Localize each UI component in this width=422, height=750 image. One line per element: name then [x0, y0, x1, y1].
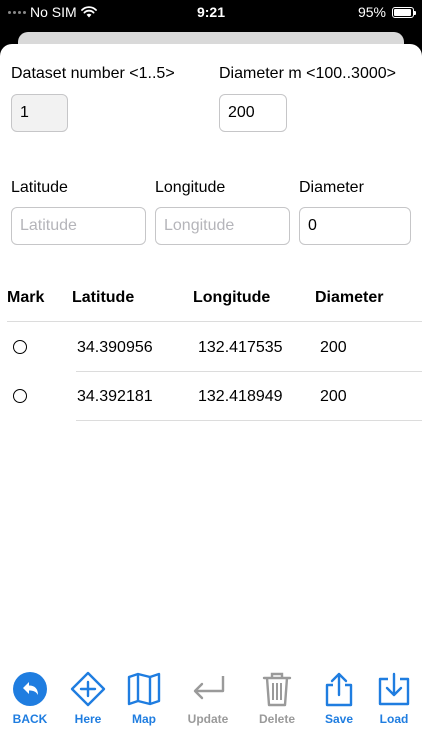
latitude-placeholder: Latitude — [20, 217, 77, 234]
longitude-placeholder: Longitude — [164, 217, 235, 234]
diameter-range-label: Diameter m <100..3000> — [219, 65, 396, 82]
map-icon — [125, 670, 163, 708]
row-divider — [76, 371, 422, 372]
diameter-value: 200 — [228, 104, 255, 121]
battery-icon — [392, 6, 416, 18]
header-divider — [7, 321, 422, 322]
latitude-input[interactable]: Latitude — [11, 207, 146, 245]
latitude-label: Latitude — [11, 179, 68, 196]
load-button[interactable]: Load — [364, 670, 422, 726]
mark-radio[interactable] — [13, 389, 27, 403]
row-latitude: 34.392181 — [77, 388, 153, 405]
row-diameter: 200 — [320, 388, 347, 405]
delete-button[interactable]: Delete — [247, 670, 307, 726]
row-divider — [76, 420, 422, 421]
bottom-toolbar: BACK Here Map Update Delete Save Load — [0, 670, 422, 750]
download-icon — [375, 670, 413, 708]
map-button[interactable]: Map — [114, 670, 174, 726]
battery-percent: 95% — [357, 4, 386, 20]
save-label: Save — [324, 712, 354, 726]
row-longitude: 132.417535 — [198, 339, 283, 356]
status-bar: No SIM 9:21 95% — [0, 0, 422, 26]
row-diameter: 200 — [320, 339, 347, 356]
point-diameter-value: 0 — [308, 217, 317, 234]
diameter-input[interactable]: 200 — [219, 94, 287, 132]
update-label: Update — [187, 712, 229, 726]
longitude-label: Longitude — [155, 179, 226, 196]
row-latitude: 34.390956 — [77, 339, 153, 356]
load-label: Load — [379, 712, 409, 726]
delete-label: Delete — [258, 712, 296, 726]
here-button[interactable]: Here — [58, 670, 118, 726]
back-label: BACK — [12, 712, 48, 726]
column-header-mark: Mark — [7, 289, 45, 306]
battery-fill — [394, 8, 412, 16]
trash-icon — [258, 670, 296, 708]
map-label: Map — [132, 712, 156, 726]
dataset-number-label: Dataset number <1..5> — [11, 65, 175, 82]
point-diameter-label: Diameter — [299, 179, 364, 196]
dataset-number-value: 1 — [20, 104, 29, 121]
column-header-diameter: Diameter — [315, 289, 384, 306]
main-sheet: Dataset number <1..5> Diameter m <100..3… — [0, 44, 422, 750]
update-button[interactable]: Update — [178, 670, 238, 726]
save-button[interactable]: Save — [309, 670, 369, 726]
mark-radio[interactable] — [13, 340, 27, 354]
column-header-longitude: Longitude — [193, 289, 271, 306]
back-arrow-icon — [11, 670, 49, 708]
here-label: Here — [74, 712, 102, 726]
row-longitude: 132.418949 — [198, 388, 283, 405]
dataset-number-input[interactable]: 1 — [11, 94, 68, 132]
share-icon — [320, 670, 358, 708]
longitude-input[interactable]: Longitude — [155, 207, 290, 245]
column-header-latitude: Latitude — [72, 289, 135, 306]
plus-diamond-icon — [69, 670, 107, 708]
point-diameter-input[interactable]: 0 — [299, 207, 411, 245]
back-button[interactable]: BACK — [0, 670, 60, 726]
return-arrow-icon — [189, 670, 227, 708]
